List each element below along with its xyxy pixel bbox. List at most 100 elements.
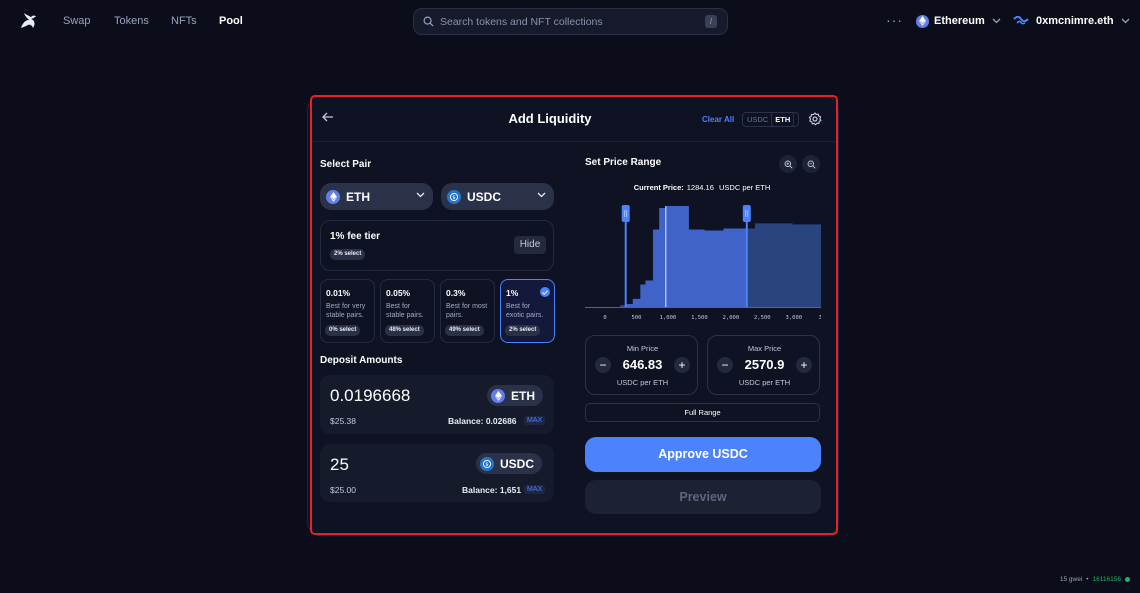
min-price-label: Min Price xyxy=(626,344,659,353)
approve-usdc-button[interactable]: Approve USDC xyxy=(585,437,821,472)
deposit-token-symbol: ETH xyxy=(511,388,535,403)
wallet-button[interactable]: 0xmcnimre.eth xyxy=(1013,12,1130,30)
deposit-balance-usdc: Balance: 1,651 xyxy=(462,485,521,495)
denom-option-eth[interactable]: ETH xyxy=(771,112,795,127)
status-separator: • xyxy=(1086,576,1089,583)
nav-swap[interactable]: Swap xyxy=(63,15,91,27)
zoom-in-icon xyxy=(784,160,793,169)
network-status: 15 gwei • 16116156 xyxy=(1060,576,1130,583)
max-price-box: Max Price − 2570.9 + USDC per ETH xyxy=(707,335,820,395)
chevron-down-icon xyxy=(537,192,546,198)
current-price-value: 1284.16 xyxy=(686,183,714,192)
balance-label: Balance: xyxy=(448,416,484,426)
token-a-select[interactable]: ETH xyxy=(320,183,433,210)
deposit-token-usdc: $ USDC xyxy=(476,453,543,474)
fee-tier-option-0.3[interactable]: 0.3% Best for most pairs. 49% select xyxy=(440,279,495,343)
deposit-token-symbol: USDC xyxy=(500,456,535,471)
svg-text:$: $ xyxy=(452,195,455,201)
fee-tier-description: Best for most pairs. xyxy=(446,303,488,319)
wallet-address: 0xmcnimre.eth xyxy=(1036,15,1114,27)
fee-tier-select-badge: 2% select xyxy=(505,325,541,336)
fee-tier-percent: 0.05% xyxy=(386,288,411,298)
back-arrow-icon[interactable] xyxy=(322,112,334,122)
max-button-eth[interactable]: MAX xyxy=(524,416,546,425)
deposit-amount-eth[interactable]: 0.0196668 xyxy=(330,386,410,406)
min-price-increment-button[interactable]: + xyxy=(674,357,690,373)
chain-name: Ethereum xyxy=(934,15,985,27)
fee-tier-select-badge: 48% select xyxy=(385,325,424,336)
deposit-token-eth: ETH xyxy=(487,385,543,406)
zoom-out-icon xyxy=(807,160,816,169)
fee-tier-percent: 0.01% xyxy=(326,288,351,298)
search-input[interactable] xyxy=(440,14,690,30)
min-price-box: Min Price − 646.83 + USDC per ETH xyxy=(585,335,698,395)
zoom-out-button[interactable] xyxy=(802,155,820,173)
token-a-symbol: ETH xyxy=(346,189,370,204)
gear-icon[interactable] xyxy=(808,112,822,126)
more-menu-button[interactable]: ··· xyxy=(886,12,903,28)
denom-option-usdc[interactable]: USDC xyxy=(744,113,771,126)
search-bar[interactable]: / xyxy=(413,8,728,35)
gas-price: 15 gwei xyxy=(1059,576,1083,583)
fee-tier-title: 1% fee tier xyxy=(330,231,381,242)
header-divider xyxy=(310,141,838,142)
liquidity-chart[interactable]: 0 500 1,000 1,500 2,000 2,500 3,000 3,50 xyxy=(585,195,821,325)
chain-selector[interactable]: Ethereum xyxy=(916,12,1001,30)
ethereum-icon xyxy=(326,189,340,204)
x-tick-label: 3,000 xyxy=(786,315,803,321)
fee-tier-option-0.05[interactable]: 0.05% Best for stable pairs. 48% select xyxy=(380,279,435,343)
wallet-wave-icon xyxy=(1013,16,1029,25)
fee-select-badge: 2% select xyxy=(330,249,366,260)
ethereum-icon xyxy=(916,14,929,28)
fee-tier-description: Best for exotic pairs. xyxy=(506,303,544,319)
balance-label: Balance: xyxy=(462,485,498,495)
x-tick-label: 2,500 xyxy=(754,315,771,321)
token-b-select[interactable]: $ USDC xyxy=(441,183,554,210)
current-price-unit: USDC per ETH xyxy=(718,183,771,192)
select-pair-label: Select Pair xyxy=(320,159,372,170)
deposit-amount-usdc[interactable]: 25 xyxy=(330,455,349,475)
nav-tokens[interactable]: Tokens xyxy=(114,15,149,27)
x-tick-label: 3,50 xyxy=(819,315,821,321)
fee-tier-percent: 1% xyxy=(506,288,519,298)
max-price-label: Max Price xyxy=(747,344,782,353)
max-price-increment-button[interactable]: + xyxy=(796,357,812,373)
fee-tier-description: Best for very stable pairs. xyxy=(326,303,366,319)
fee-tier-description: Best for stable pairs. xyxy=(386,303,424,319)
x-tick-label: 1,000 xyxy=(660,315,677,321)
balance-value: 0.02686 xyxy=(485,416,517,426)
nav-nfts[interactable]: NFTs xyxy=(171,15,197,27)
nav-pool[interactable]: Pool xyxy=(219,15,243,27)
usdc-icon: $ xyxy=(447,189,461,204)
preview-button[interactable]: Preview xyxy=(585,480,821,514)
usdc-icon: $ xyxy=(480,456,494,471)
min-range-handle xyxy=(621,205,630,222)
current-price-label: Current Price: xyxy=(633,183,684,192)
deposit-usd-usdc: $25.00 xyxy=(330,485,356,495)
zoom-in-button[interactable] xyxy=(779,155,797,173)
min-price-unit: USDC per ETH xyxy=(616,378,669,387)
x-tick-label: 1,500 xyxy=(691,315,708,321)
max-range-handle xyxy=(742,205,751,222)
clear-all-button[interactable]: Clear All xyxy=(702,115,734,124)
fee-tier-option-0.01[interactable]: 0.01% Best for very stable pairs. 0% sel… xyxy=(320,279,375,343)
ethereum-icon xyxy=(491,388,505,403)
search-icon xyxy=(423,16,434,27)
deposit-usd-eth: $25.38 xyxy=(330,416,356,426)
max-button-usdc[interactable]: MAX xyxy=(524,485,546,494)
x-tick-label: 0 xyxy=(603,315,606,321)
balance-value: 1,651 xyxy=(499,485,522,495)
chevron-down-icon xyxy=(1121,18,1130,24)
deposit-balance-eth: Balance: 0.02686 xyxy=(448,416,517,426)
fee-tier-select-badge: 0% select xyxy=(325,325,361,336)
search-shortcut-key: / xyxy=(705,15,717,28)
fee-tier-percent: 0.3% xyxy=(446,288,466,298)
top-nav: Swap Tokens NFTs Pool / ··· Ethereum 0xm… xyxy=(0,0,1140,44)
full-range-button[interactable]: Full Range xyxy=(585,403,820,422)
denomination-toggle[interactable]: USDC ETH xyxy=(742,112,799,127)
chevron-down-icon xyxy=(416,192,425,198)
hide-fee-tiers-button[interactable]: Hide xyxy=(514,236,546,254)
uniswap-logo-icon[interactable] xyxy=(17,10,39,32)
current-price: Current Price: 1284.16 USDC per ETH xyxy=(585,183,819,192)
fee-tier-option-1[interactable]: 1% Best for exotic pairs. 2% select xyxy=(500,279,555,343)
